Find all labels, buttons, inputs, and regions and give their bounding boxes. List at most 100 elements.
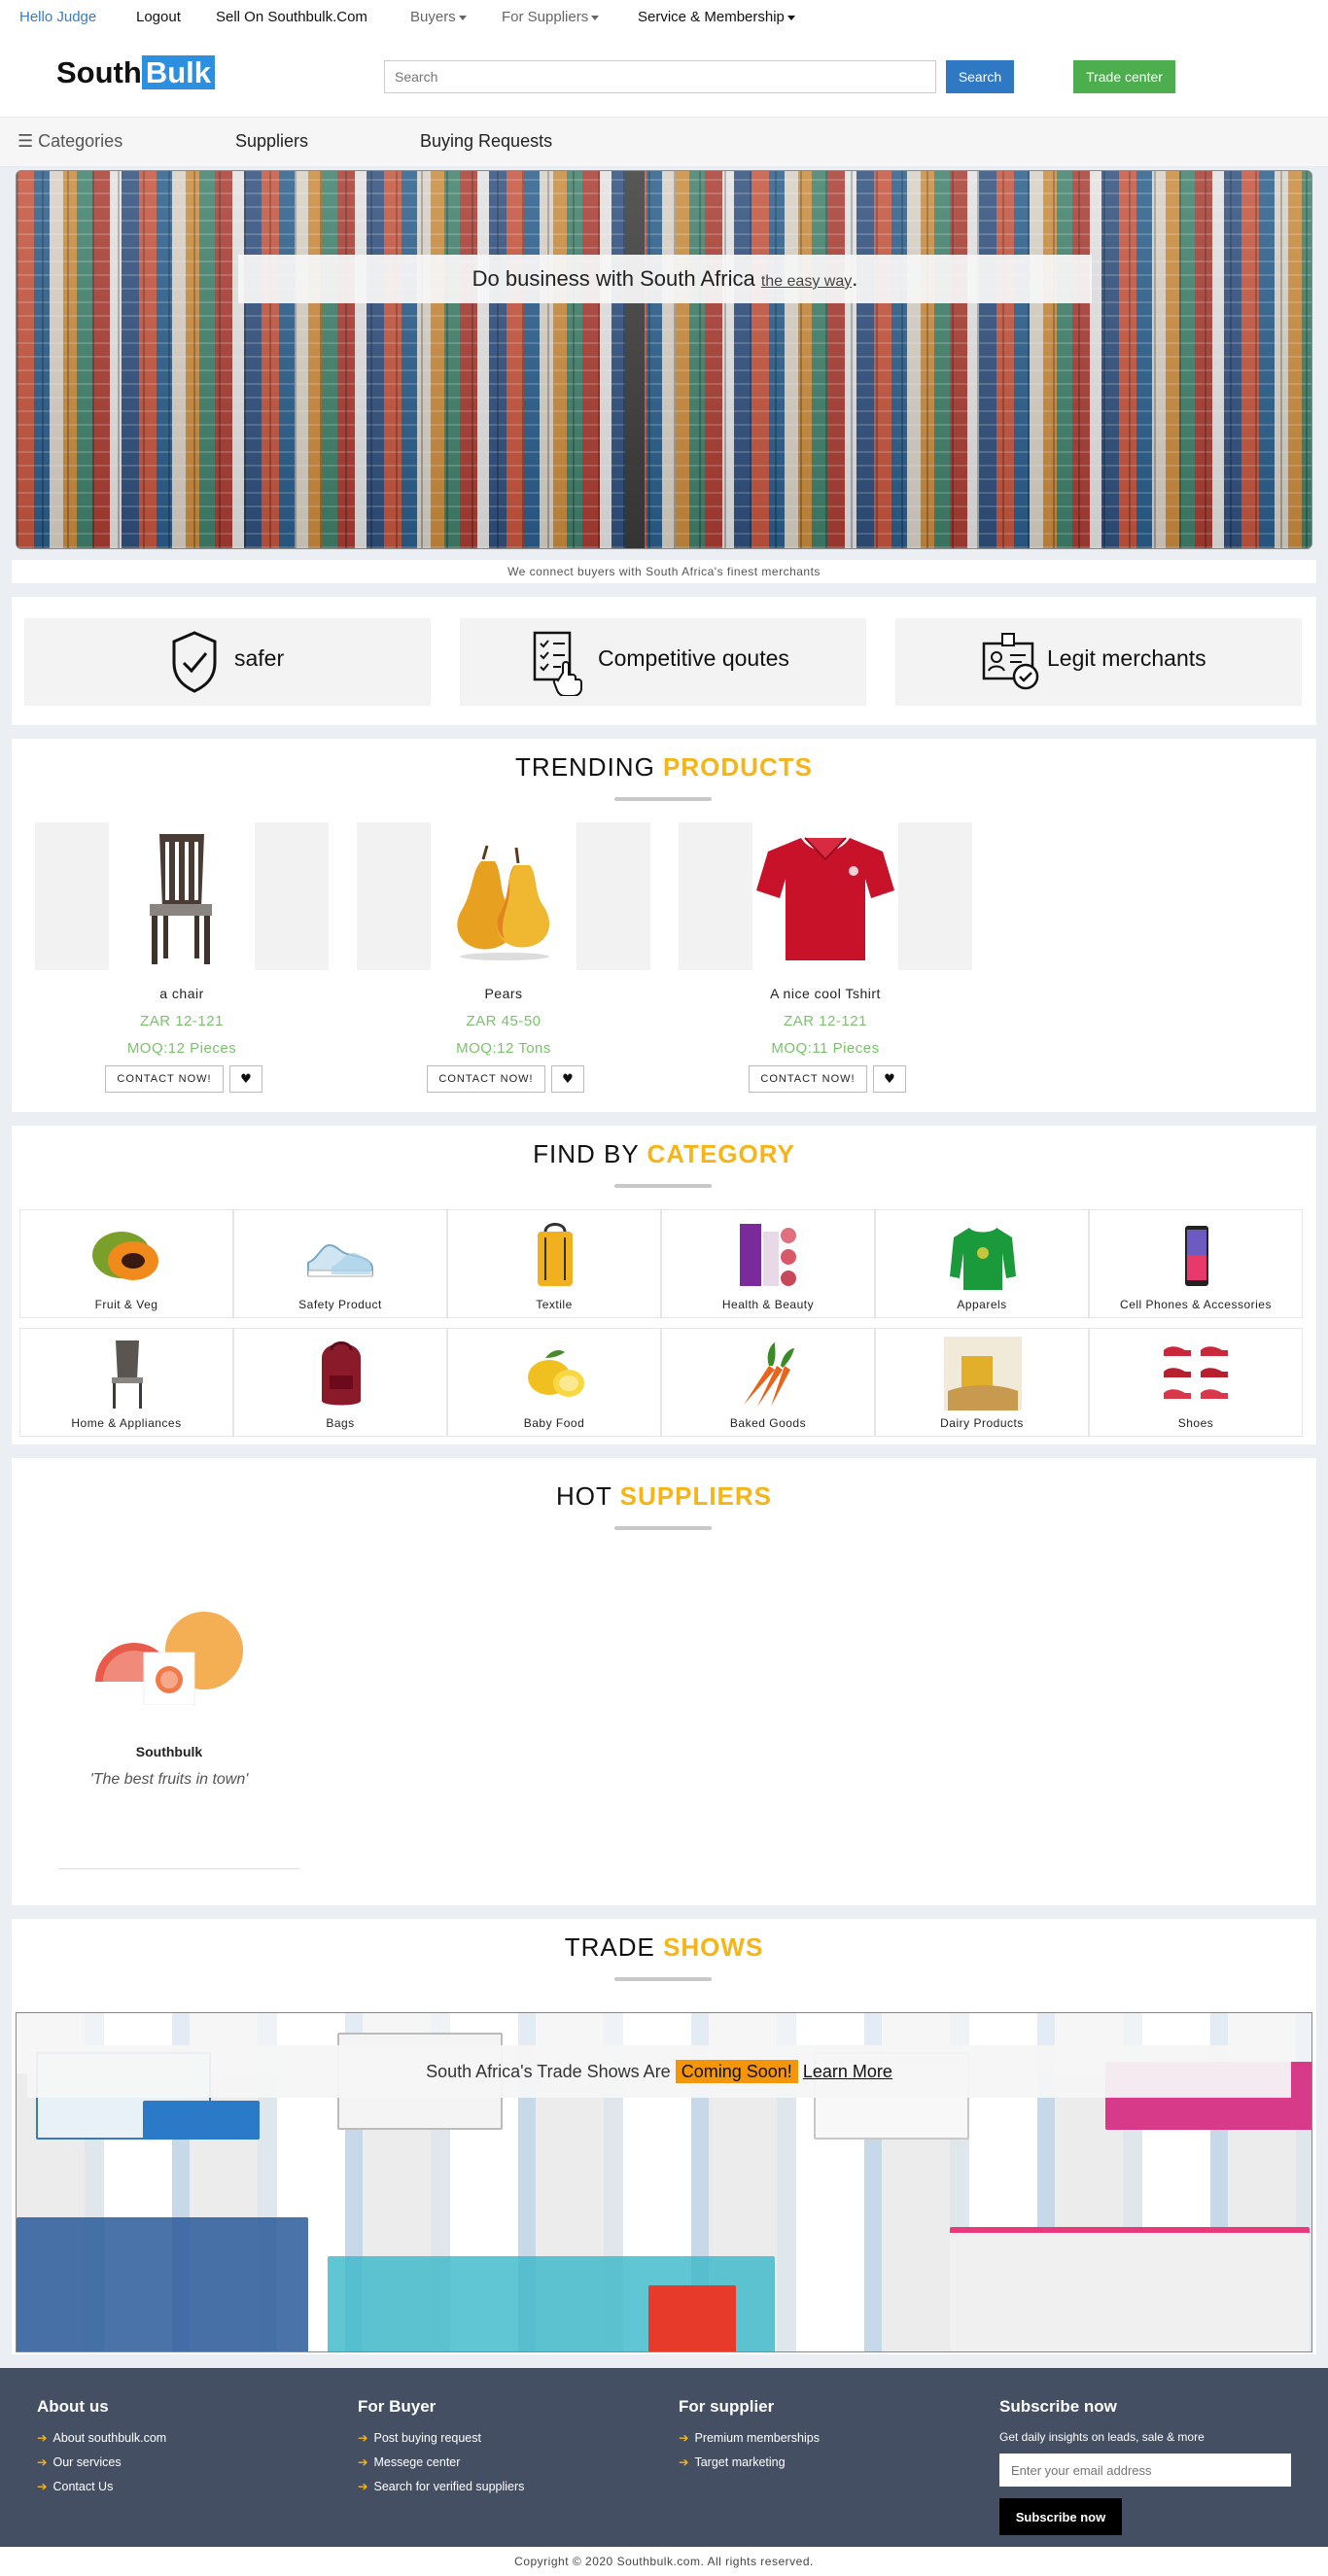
sell-link[interactable]: Sell On Southbulk.Com [216,9,367,25]
phone-icon [1185,1226,1208,1286]
footer-link[interactable]: ➔ Post buying request [358,2430,524,2445]
trending-products-section: TRENDING PRODUCTS a chair ZAR 12-121 MOQ… [12,739,1316,1112]
hello-user-link[interactable]: Hello Judge [19,9,96,25]
buyers-menu[interactable]: Buyers [410,9,467,25]
category-tile[interactable]: Baked Goods [661,1328,875,1437]
booth [950,2227,1310,2351]
category-tile[interactable]: Dairy Products [875,1328,1089,1437]
trade-center-button[interactable]: Trade center [1073,60,1175,93]
trade-banner-text: South Africa's Trade Shows Are [426,2062,671,2081]
lemon-icon [528,1350,584,1397]
section-title-plain: FIND BY [533,1139,640,1168]
section-title: FIND BY CATEGORY [12,1139,1316,1169]
logo-south: South [56,55,142,89]
footer-link[interactable]: ➔ About southbulk.com [37,2430,166,2445]
trade-show-banner: South Africa's Trade Shows Are Coming So… [27,2045,1291,2098]
category-tile[interactable]: Safety Product [233,1209,447,1318]
supplier-quote: 'The best fruits in town' [89,1771,249,1788]
hamburger-icon: ☰ [17,131,39,151]
shoes-icon [1164,1346,1228,1399]
cosmetics-icon [740,1224,796,1286]
category-tile[interactable]: Health & Beauty [661,1209,875,1318]
heart-icon[interactable]: ♥ [229,1065,262,1093]
footer-buyer-column: For Buyer ➔ Post buying request ➔ Messege … [358,2397,524,2503]
footer-link[interactable]: ➔ Our services [37,2454,166,2469]
footer-link-label: Our services [52,2455,122,2469]
product-image[interactable] [679,822,972,970]
subscribe-button[interactable]: Subscribe now [999,2498,1122,2535]
tshirt-icon [756,837,894,960]
sneaker-icon [307,1243,373,1277]
feature-label: safer [234,645,285,671]
footer-link[interactable]: ➔ Premium memberships [679,2430,820,2445]
footer-heading: Subscribe now [999,2397,1117,2416]
learn-more-link[interactable]: Learn More [803,2062,892,2081]
supplier-logo [95,1612,243,1705]
category-label: Cell Phones & Accessories [1120,1298,1272,1311]
category-tile[interactable]: Shoes [1089,1328,1303,1437]
category-tile[interactable]: Cell Phones & Accessories [1089,1209,1303,1318]
product-name[interactable]: A nice cool Tshirt [679,986,972,1001]
hero-tagline: We connect buyers with South Africa's fi… [12,560,1316,583]
site-logo[interactable]: South Bulk [56,54,215,91]
arrow-right-icon: ➔ [37,2479,48,2493]
bag-icon [322,1341,361,1406]
contact-now-button[interactable]: CONTACT NOW! [105,1065,224,1093]
supplier-card[interactable]: Southbulk 'The best fruits in town' [47,1559,299,1870]
category-label: Health & Beauty [721,1298,815,1311]
search-button[interactable]: Search [946,60,1014,93]
section-divider [614,797,712,801]
categories-label: Categories [38,131,123,151]
product-image[interactable] [35,822,329,970]
chair-icon [150,834,212,964]
category-label: Bags [326,1416,355,1430]
search-input[interactable] [384,60,936,93]
hero-title-link[interactable]: the easy way [761,273,852,290]
product-price: ZAR 45-50 [466,1013,542,1029]
heart-icon[interactable]: ♥ [551,1065,584,1093]
checklist-icon [533,631,582,696]
contact-now-button[interactable]: CONTACT NOW! [427,1065,545,1093]
contact-now-button[interactable]: CONTACT NOW! [749,1065,867,1093]
footer-link[interactable]: ➔ Messege center [358,2454,524,2469]
category-tile[interactable]: Textile [447,1209,661,1318]
footer-link[interactable]: ➔ Search for verified suppliers [358,2479,524,2493]
email-field[interactable] [999,2454,1291,2487]
service-membership-menu[interactable]: Service & Membership [638,9,795,25]
section-divider [614,1526,712,1530]
coming-soon-badge: Coming Soon! [675,2060,798,2083]
product-name[interactable]: a chair [35,986,329,1001]
product-name[interactable]: Pears [357,986,650,1001]
carrot-icon [744,1342,794,1407]
category-tile[interactable]: Home & Appliances [19,1328,233,1437]
footer-link[interactable]: ➔ Target marketing [679,2454,820,2469]
footer-link-label: Post buying request [373,2431,481,2445]
category-label: Shoes [1177,1416,1214,1430]
arrow-right-icon: ➔ [679,2454,689,2469]
card-divider [58,1868,299,1869]
logout-link[interactable]: Logout [136,9,181,25]
chevron-down-icon [591,15,600,20]
category-tile[interactable]: Apparels [875,1209,1089,1318]
for-suppliers-menu-label: For Suppliers [502,9,589,25]
footer-link[interactable]: ➔ Contact Us [37,2479,166,2493]
section-divider [614,1184,712,1188]
nav-buying-requests[interactable]: Buying Requests [420,131,552,152]
category-tile[interactable]: Fruit & Veg [19,1209,233,1318]
section-title: TRENDING PRODUCTS [12,752,1316,783]
copyright: Copyright © 2020 Southbulk.com. All righ… [0,2547,1328,2576]
sweater-icon [950,1228,1016,1290]
feature-legit-merchants: Legit merchants [895,618,1302,706]
supplier-name[interactable]: Southbulk [47,1744,292,1759]
product-moq: MOQ:12 Tons [456,1040,551,1057]
feature-safer: safer [24,618,431,706]
for-suppliers-menu[interactable]: For Suppliers [502,9,600,25]
hero-title-end: . [852,266,858,291]
buyers-menu-label: Buyers [410,9,456,25]
nav-suppliers[interactable]: Suppliers [235,131,308,152]
categories-menu[interactable]: ☰ Categories [17,131,122,152]
category-tile[interactable]: Baby Food [447,1328,661,1437]
product-image[interactable] [357,822,650,970]
heart-icon[interactable]: ♥ [873,1065,906,1093]
category-tile[interactable]: Bags [233,1328,447,1437]
